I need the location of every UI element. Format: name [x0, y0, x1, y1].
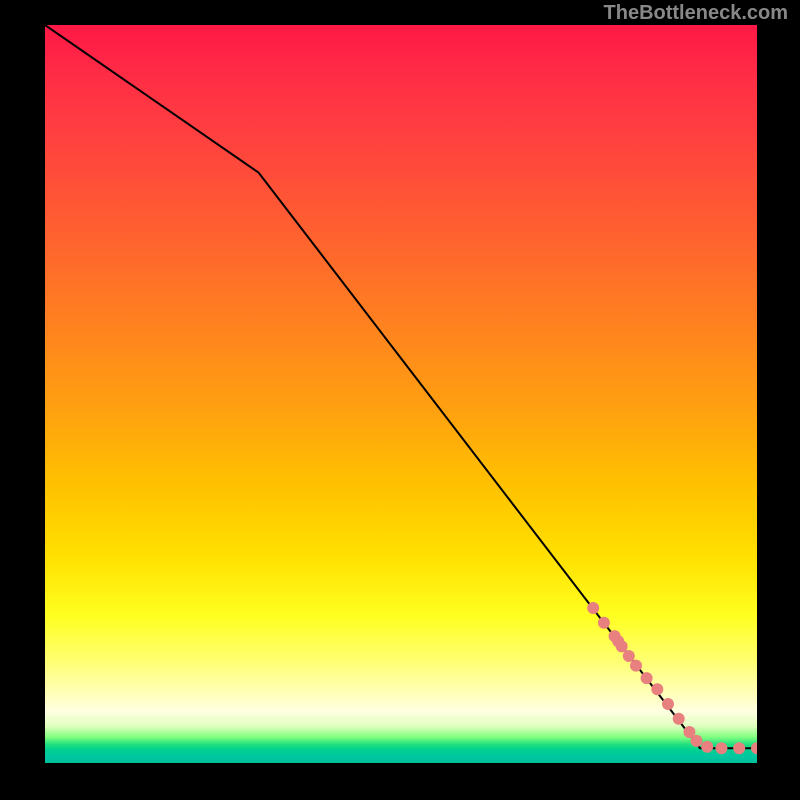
chart-area [45, 25, 757, 763]
data-point [733, 742, 745, 754]
data-point [662, 698, 674, 710]
data-point [641, 672, 653, 684]
data-point [691, 735, 703, 747]
data-point [616, 640, 628, 652]
data-point [715, 742, 727, 754]
data-point [623, 650, 635, 662]
data-point [701, 741, 713, 753]
data-point [751, 742, 757, 754]
line-series [45, 25, 757, 748]
data-point [651, 683, 663, 695]
chart-svg [45, 25, 757, 763]
data-point [673, 713, 685, 725]
data-point [598, 617, 610, 629]
data-point [587, 602, 599, 614]
watermark-text: TheBottleneck.com [604, 2, 788, 25]
scatter-series [587, 602, 757, 754]
data-point [630, 660, 642, 672]
